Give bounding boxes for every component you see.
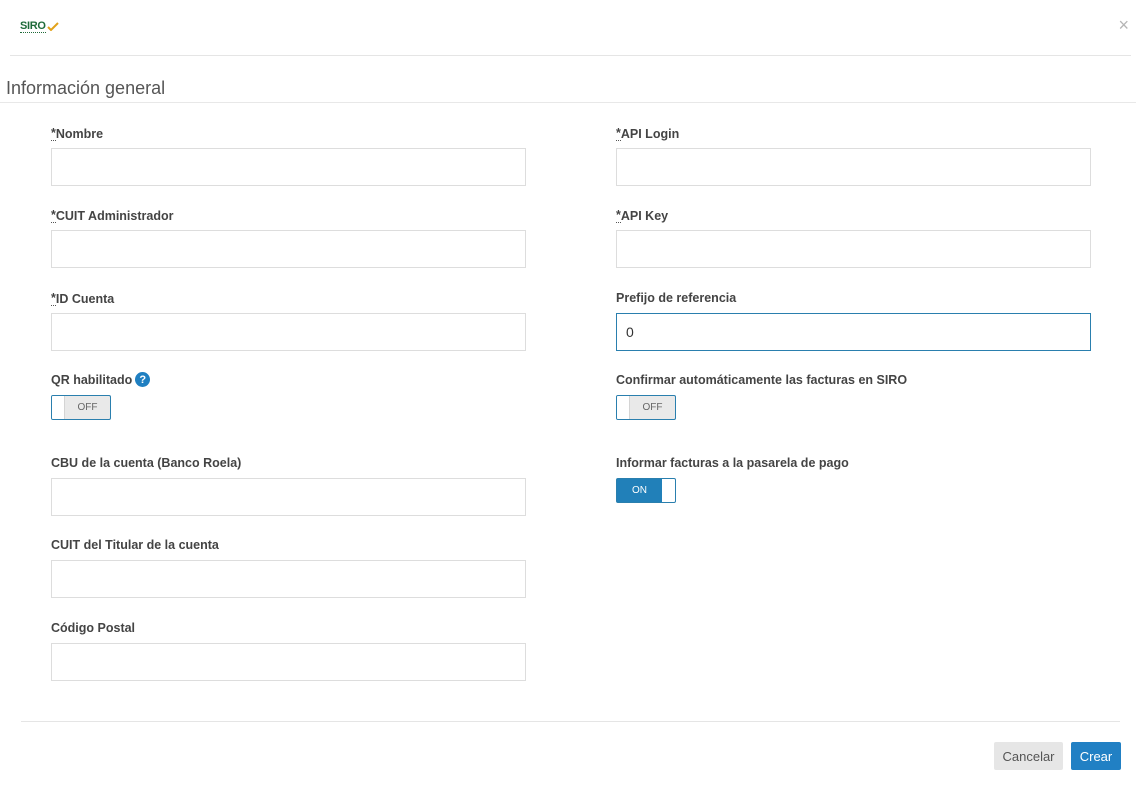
id-cuenta-input[interactable] [51,313,526,351]
cuit-titular-label: CUIT del Titular de la cuenta [51,538,219,552]
prefijo-input[interactable] [616,313,1091,351]
cuit-titular-input[interactable] [51,560,526,598]
cbu-label: CBU de la cuenta (Banco Roela) [51,456,242,470]
cuit-admin-input[interactable] [51,230,526,268]
logo-check-icon [46,22,59,31]
codigo-postal-input[interactable] [51,643,526,681]
informar-toggle[interactable]: ON [616,478,676,503]
prefijo-label: Prefijo de referencia [616,291,737,305]
cancel-button[interactable]: Cancelar [994,742,1063,770]
api-key-label: * API Key [616,208,669,223]
footer-divider [21,721,1120,722]
toggle-knob [617,396,630,419]
cuit-admin-label: * CUIT Administrador [51,208,174,223]
toggle-state: ON [632,485,647,496]
create-button[interactable]: Crear [1071,742,1121,770]
confirmar-toggle[interactable]: OFF [616,395,676,420]
section-title: Información general [6,78,166,98]
confirmar-label: Confirmar automáticamente las facturas e… [616,373,908,387]
toggle-knob [52,396,65,419]
nombre-input[interactable] [51,148,526,186]
informar-label: Informar facturas a la pasarela de pago [616,456,849,470]
qr-toggle[interactable]: OFF [51,395,111,420]
logo-text: SIRO [20,20,46,33]
api-key-input[interactable] [616,230,1091,268]
nombre-label: * Nombre [51,126,104,141]
qr-label: QR habilitado ? [51,372,151,387]
api-login-input[interactable] [616,148,1091,186]
toggle-knob [662,479,675,502]
siro-logo: SIRO [20,20,59,33]
section-divider [0,102,1136,103]
help-icon[interactable]: ? [135,372,151,387]
cbu-input[interactable] [51,478,526,516]
codigo-postal-label: Código Postal [51,621,136,635]
toggle-state: OFF [77,402,98,413]
toggle-state: OFF [642,402,663,413]
close-icon[interactable]: × [1118,15,1129,35]
modal-header: SIRO × [10,0,1131,56]
api-login-label: * API Login [616,126,680,141]
id-cuenta-label: * ID Cuenta [51,291,115,306]
